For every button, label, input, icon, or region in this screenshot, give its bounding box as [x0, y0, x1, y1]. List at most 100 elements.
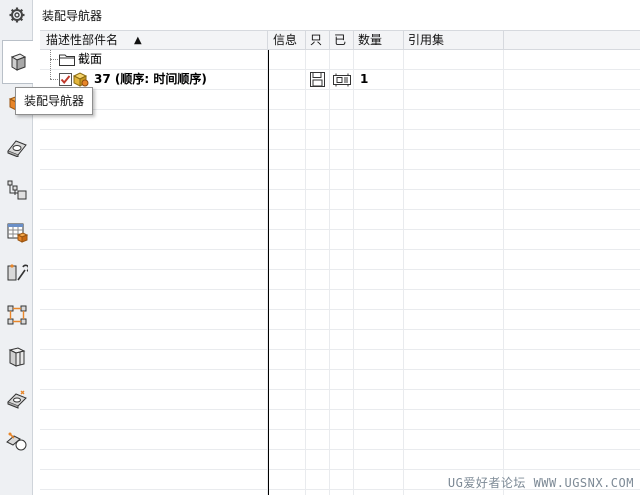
empty-cell [404, 290, 504, 309]
assembly-navigator-tooltip: 装配导航器 [15, 87, 94, 115]
column-header-quantity[interactable]: 数量 [354, 31, 404, 50]
empty-cell [269, 190, 306, 209]
empty-cell [330, 90, 354, 109]
reuse-library-tab[interactable] [3, 217, 30, 247]
save-disk-icon [310, 72, 325, 87]
empty-cell [330, 470, 354, 489]
empty-cell [354, 370, 404, 389]
empty-cell [269, 210, 306, 229]
empty-cell [354, 130, 404, 149]
empty-cell [330, 410, 354, 429]
empty-cell [330, 270, 354, 289]
cell-modified [330, 70, 354, 89]
web-browser-tab[interactable] [3, 300, 30, 330]
empty-row [40, 250, 640, 270]
empty-row [40, 350, 640, 370]
assembly-navigator-tab[interactable] [2, 40, 33, 84]
empty-cell [269, 490, 306, 495]
empty-cell [404, 370, 504, 389]
empty-row [40, 270, 640, 290]
empty-cell [404, 430, 504, 449]
part-tree-icon [7, 180, 26, 200]
empty-cell [354, 470, 404, 489]
empty-cell [306, 370, 330, 389]
folder-icon [59, 54, 75, 66]
assembly-icon [73, 72, 89, 87]
empty-cell [269, 230, 306, 249]
cell-refset [404, 50, 504, 69]
empty-cell [40, 470, 268, 489]
history-tab[interactable] [3, 342, 30, 372]
tree-line [50, 70, 51, 79]
empty-cell [330, 430, 354, 449]
empty-cell [354, 310, 404, 329]
empty-cell [40, 370, 268, 389]
empty-cell [404, 390, 504, 409]
empty-cell [354, 230, 404, 249]
empty-cell [330, 310, 354, 329]
reuse-library-icon [7, 223, 28, 243]
empty-cell [354, 490, 404, 495]
empty-cell [404, 110, 504, 129]
process-part-icon [6, 390, 27, 409]
empty-cell [354, 410, 404, 429]
cell-modified [330, 50, 354, 69]
resource-bar-settings-button[interactable] [0, 0, 33, 30]
empty-cell [306, 230, 330, 249]
empty-cell [269, 170, 306, 189]
tree-row-section[interactable]: 截面 [40, 50, 640, 70]
empty-cell [354, 290, 404, 309]
empty-cell [306, 190, 330, 209]
empty-cell [269, 90, 306, 109]
empty-cell [330, 150, 354, 169]
empty-cell [40, 450, 268, 469]
empty-cell [354, 210, 404, 229]
empty-cell [269, 430, 306, 449]
empty-cell [404, 270, 504, 289]
empty-cell [404, 450, 504, 469]
tree-cell-section: 截面 [40, 50, 268, 69]
empty-cell [330, 250, 354, 269]
process-studio-tab[interactable] [3, 384, 30, 414]
empty-cell [330, 230, 354, 249]
constraint-navigator-tab[interactable] [3, 132, 30, 162]
checkbox-checked-icon[interactable] [59, 73, 72, 86]
empty-cell [306, 390, 330, 409]
forum-watermark: UG爱好者论坛 WWW.UGSNX.COM [447, 476, 634, 490]
empty-cell [306, 270, 330, 289]
empty-cell [269, 390, 306, 409]
part-navigator-tab[interactable] [3, 175, 30, 205]
tools-wrench-icon [7, 264, 28, 281]
tree-line [50, 79, 58, 80]
cell-readonly [306, 70, 330, 89]
empty-cell [40, 410, 268, 429]
empty-cell [404, 210, 504, 229]
empty-cell [269, 350, 306, 369]
column-header-info[interactable]: 信息 [269, 31, 306, 50]
empty-cell [354, 330, 404, 349]
empty-cell [404, 310, 504, 329]
empty-row [40, 450, 640, 470]
constraint-part-icon [6, 140, 27, 157]
column-header-name[interactable]: 描述性部件名 ▲ [40, 31, 268, 50]
empty-row [40, 290, 640, 310]
assembly-navigator-panel: 装配导航器 描述性部件名 ▲ 信息 只 已 数量 引用集 截面 37 (顺序: … [34, 0, 640, 495]
tree-row-root[interactable]: 37 (顺序: 时间顺序) 1 [40, 70, 640, 90]
empty-cell [330, 190, 354, 209]
empty-cell [404, 330, 504, 349]
column-header-refset[interactable]: 引用集 [404, 31, 504, 50]
hd3d-tools-tab[interactable] [3, 258, 30, 288]
loaded-part-icon [333, 73, 351, 87]
empty-cell [306, 250, 330, 269]
empty-cell [306, 90, 330, 109]
empty-cell [40, 130, 268, 149]
empty-cell [306, 170, 330, 189]
empty-cell [40, 250, 268, 269]
roles-tab[interactable] [3, 426, 30, 456]
column-header-modified[interactable]: 已 [330, 31, 354, 50]
empty-cell [404, 230, 504, 249]
column-header-readonly[interactable]: 只 [306, 31, 330, 50]
empty-row [40, 330, 640, 350]
empty-cell [269, 330, 306, 349]
empty-cell [404, 130, 504, 149]
